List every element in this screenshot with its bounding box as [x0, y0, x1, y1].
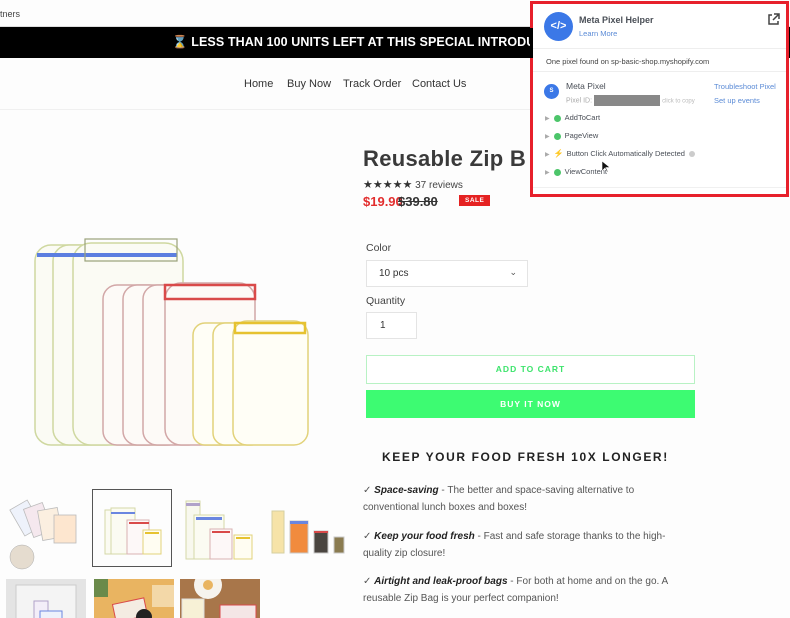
- thumbnail-7[interactable]: [180, 579, 260, 618]
- troubleshoot-pixel-link[interactable]: Troubleshoot Pixel: [714, 82, 776, 91]
- product-price: $19.90: [363, 194, 403, 209]
- lightning-icon: ⚡: [553, 149, 564, 158]
- compare-price: $39.80: [398, 194, 438, 209]
- thumbnail-6[interactable]: [94, 579, 174, 618]
- color-select-value: 10 pcs: [379, 268, 409, 279]
- product-main-image[interactable]: [15, 225, 330, 450]
- event-row[interactable]: ▶ ⚡ Button Click Automatically Detected: [545, 149, 695, 158]
- nav-contact-us[interactable]: Contact Us: [412, 78, 466, 90]
- set-up-events-link[interactable]: Set up events: [714, 96, 760, 105]
- product-title: Reusable Zip B: [363, 146, 527, 171]
- success-dot-icon: [553, 168, 561, 176]
- thumbnail-5[interactable]: [6, 579, 86, 618]
- add-to-cart-button[interactable]: ADD TO CART: [366, 355, 695, 384]
- pixel-found-text: One pixel found on sp-basic-shop.myshopi…: [546, 57, 710, 66]
- nav-buy-now[interactable]: Buy Now: [287, 78, 331, 90]
- check-icon: ✓: [363, 531, 372, 542]
- feature-title: Keep your food fresh: [374, 531, 475, 542]
- info-icon[interactable]: [688, 151, 695, 158]
- buy-it-now-button[interactable]: BUY IT NOW: [366, 390, 695, 418]
- quantity-input[interactable]: 1: [366, 312, 417, 339]
- sale-badge: SALE: [459, 195, 491, 206]
- pixel-helper-title: Meta Pixel Helper: [579, 15, 654, 25]
- thumbnail-2[interactable]: [92, 489, 172, 567]
- meta-pixel-icon: S: [544, 84, 559, 99]
- event-name: AddToCart: [564, 113, 601, 122]
- mouse-cursor-icon: [602, 161, 610, 173]
- event-row[interactable]: ▶ PageView: [545, 131, 598, 140]
- nav-home[interactable]: Home: [244, 78, 273, 90]
- feature-item: ✓ Airtight and leak-proof bags - For bot…: [363, 573, 693, 607]
- color-select[interactable]: 10 pcs ⌄: [366, 260, 528, 287]
- pixel-id[interactable]: Pixel ID: click to copy: [566, 95, 695, 106]
- check-icon: ✓: [363, 576, 372, 587]
- event-row[interactable]: ▶ AddToCart: [545, 113, 600, 122]
- quantity-value: 1: [380, 320, 386, 331]
- divider: [533, 71, 786, 72]
- expand-triangle-icon: ▶: [545, 170, 550, 176]
- expand-triangle-icon: ▶: [545, 134, 550, 140]
- product-rating[interactable]: ★★★★★ 37 reviews: [363, 178, 463, 191]
- top-strip-text: tners: [0, 9, 21, 19]
- page: tners ⌛ LESS THAN 100 UNITS LEFT AT THIS…: [0, 0, 790, 618]
- color-label: Color: [366, 242, 392, 254]
- success-dot-icon: [553, 132, 561, 140]
- nav-track-order[interactable]: Track Order: [343, 78, 401, 90]
- quantity-label: Quantity: [366, 295, 406, 307]
- chevron-down-icon: ⌄: [509, 267, 517, 277]
- event-name: PageView: [564, 131, 599, 140]
- thumbnail-3[interactable]: [180, 495, 260, 573]
- pixel-helper-popup: </> Meta Pixel Helper Learn More One pix…: [530, 1, 789, 197]
- pixel-helper-logo-icon: </>: [544, 12, 573, 41]
- feature-title: Airtight and leak-proof bags: [374, 576, 508, 587]
- divider: [533, 187, 786, 188]
- rating-stars-icon: ★★★★★: [363, 179, 413, 191]
- event-name: ViewContent: [564, 167, 608, 176]
- pixel-name: Meta Pixel: [566, 81, 606, 91]
- feature-item: ✓ Keep your food fresh - Fast and safe s…: [363, 528, 693, 562]
- pixel-id-redacted: [594, 95, 661, 106]
- pixel-id-label: Pixel ID:: [566, 97, 593, 105]
- external-link-icon[interactable]: [767, 13, 780, 26]
- thumbnail-4[interactable]: [268, 495, 348, 573]
- review-count: 37 reviews: [415, 180, 463, 191]
- success-dot-icon: [553, 114, 561, 122]
- popup-edge: [530, 28, 533, 58]
- description-heading: KEEP YOUR FOOD FRESH 10X LONGER!: [382, 450, 669, 464]
- event-name: Button Click Automatically Detected: [566, 149, 685, 158]
- expand-triangle-icon: ▶: [545, 152, 550, 158]
- learn-more-link[interactable]: Learn More: [579, 29, 617, 38]
- event-row[interactable]: ▶ ViewContent: [545, 167, 607, 176]
- check-icon: ✓: [363, 485, 372, 496]
- thumbnail-1[interactable]: [6, 495, 86, 573]
- pixel-helper-header: </> Meta Pixel Helper Learn More: [533, 4, 786, 49]
- click-to-copy-hint: click to copy: [662, 98, 695, 105]
- feature-title: Space-saving: [374, 485, 439, 496]
- expand-triangle-icon: ▶: [545, 116, 550, 122]
- feature-item: ✓ Space-saving - The better and space-sa…: [363, 482, 693, 516]
